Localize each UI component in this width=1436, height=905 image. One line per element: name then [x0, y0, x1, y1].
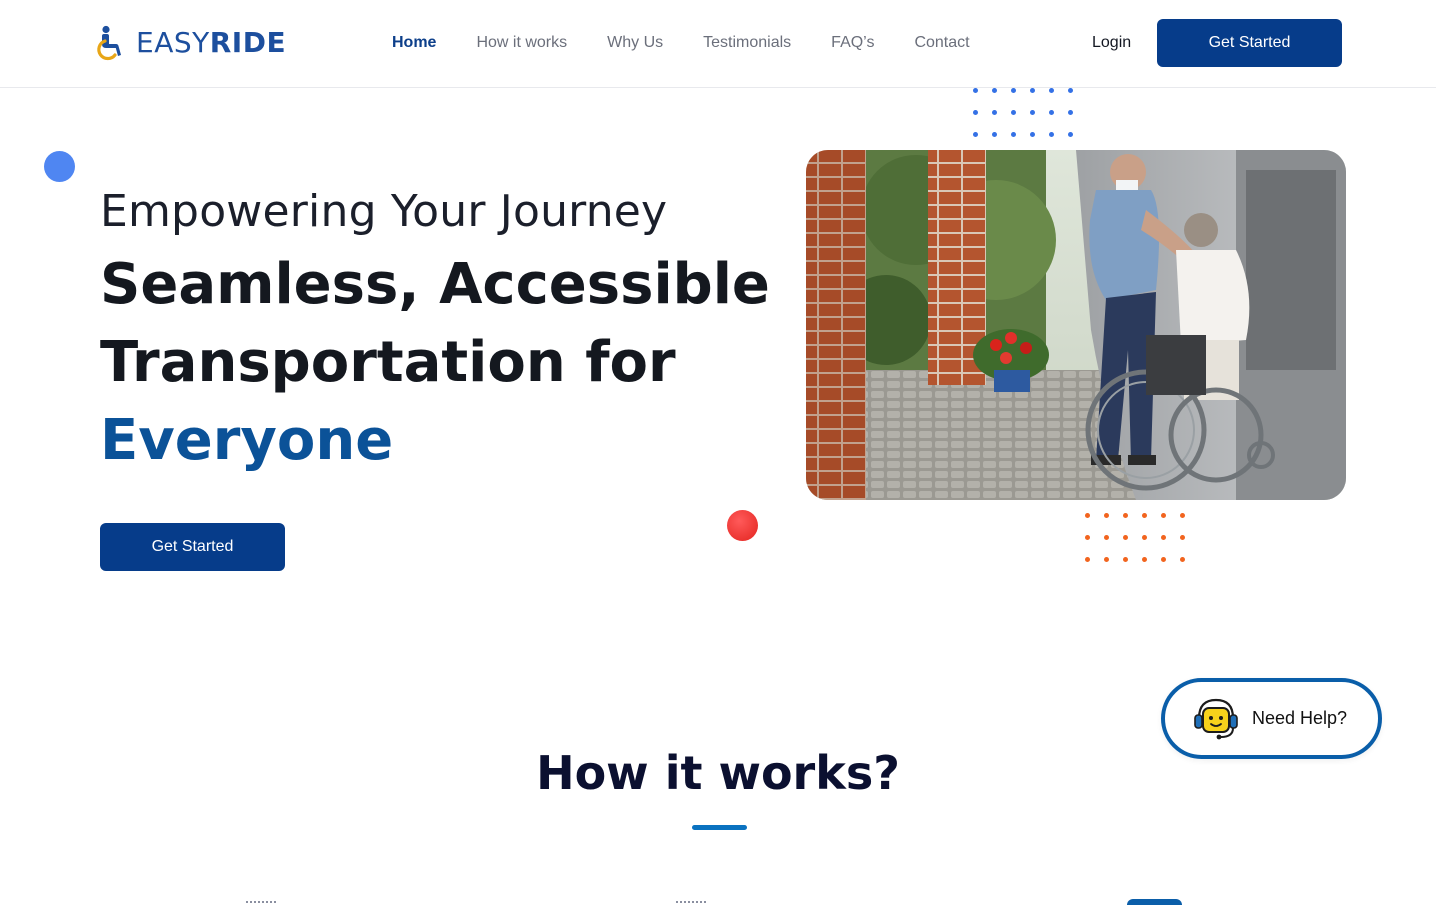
how-it-works-title: How it works? — [536, 746, 900, 800]
login-link[interactable]: Login — [1092, 32, 1131, 54]
decorative-blue-dot-grid — [973, 88, 1073, 137]
support-headset-icon — [1194, 698, 1238, 739]
section-underline — [692, 825, 747, 830]
brand-logo[interactable]: EASYRIDE — [96, 24, 286, 62]
hero-title-line2: Transportation for — [100, 330, 676, 395]
brand-name: EASYRIDE — [136, 24, 286, 62]
hero-kicker: Empowering Your Journey — [100, 186, 668, 237]
brand-name-easy: EASY — [136, 26, 210, 59]
step-card-peek — [1127, 899, 1182, 905]
hero-title: Seamless, Accessible Transportation for … — [100, 246, 770, 480]
nav-testimonials[interactable]: Testimonials — [703, 32, 791, 54]
main-nav: Home How it works Why Us Testimonials FA… — [392, 32, 1010, 54]
hero-photo — [806, 150, 1346, 500]
caregiver-wheelchair-photo — [806, 150, 1346, 500]
decorative-red-dot — [727, 510, 758, 541]
hero-get-started-button[interactable]: Get Started — [100, 523, 285, 571]
need-help-label: Need Help? — [1252, 708, 1348, 728]
decorative-blue-dot — [44, 151, 75, 182]
decorative-dot-mark — [246, 901, 276, 905]
wheelchair-icon — [97, 25, 121, 61]
nav-contact[interactable]: Contact — [914, 32, 969, 54]
nav-how-it-works[interactable]: How it works — [476, 32, 567, 54]
hero-title-line1: Seamless, Accessible — [100, 252, 770, 317]
decorative-dot-mark — [676, 901, 706, 905]
nav-why-us[interactable]: Why Us — [607, 32, 663, 54]
nav-home[interactable]: Home — [392, 32, 436, 54]
header-get-started-button[interactable]: Get Started — [1157, 19, 1342, 67]
site-header: EASYRIDE Home How it works Why Us Testim… — [0, 0, 1436, 88]
hero-title-accent: Everyone — [100, 408, 394, 473]
brand-name-ride: RIDE — [209, 26, 287, 59]
decorative-orange-dot-grid — [1085, 513, 1185, 562]
nav-faqs[interactable]: FAQ’s — [831, 32, 874, 54]
